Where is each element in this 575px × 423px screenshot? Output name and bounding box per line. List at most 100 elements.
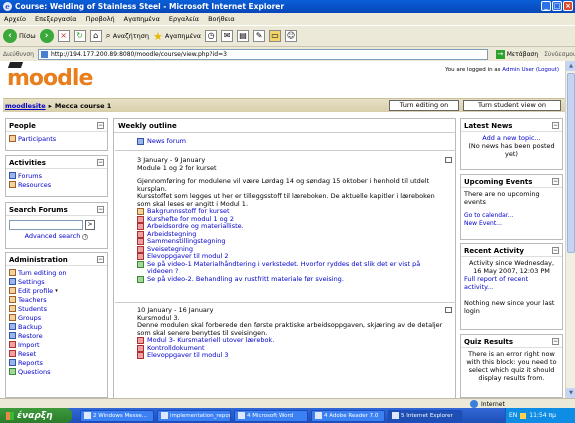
resources-link[interactable]: Resources — [9, 180, 104, 189]
browser-toolbar: ‹ Πίσω › × ↻ ⌂ ⌕ Αναζήτηση ★ Αγαπημένα ◷ ✉ … — [0, 25, 575, 47]
moodle-logo[interactable]: moodle — [7, 62, 93, 91]
forum-search-go-button[interactable]: > — [85, 220, 95, 230]
turn-editing-on-button[interactable]: Turn editing on — [389, 100, 459, 111]
student-view-button[interactable]: Turn student view on — [463, 100, 561, 111]
week-highlight-toggle[interactable] — [445, 157, 452, 163]
resource-link[interactable]: Elevoppgaver til modul 3 — [137, 351, 446, 360]
collapse-icon[interactable]: − — [552, 247, 559, 254]
vertical-scrollbar[interactable]: ▲ ▼ — [565, 61, 575, 398]
nothing-new-text: Nothing new since your last login — [464, 299, 555, 315]
forward-button[interactable]: › — [39, 29, 54, 43]
task-messenger[interactable]: 2 Windows Messe... — [80, 409, 154, 422]
questions-icon — [9, 368, 16, 375]
task-adobe[interactable]: 4 Adobe Reader 7.0 — [311, 409, 385, 422]
windows-logo-icon — [6, 411, 14, 420]
task-report[interactable]: implementation_report — [157, 409, 231, 422]
admin-turn-editing-on[interactable]: Turn editing on — [9, 268, 104, 277]
globe-icon — [470, 400, 478, 408]
admin-reports[interactable]: Reports — [9, 358, 104, 367]
print-icon[interactable]: ▤ — [237, 30, 250, 42]
collapse-icon[interactable]: − — [552, 338, 559, 345]
security-zone: Internet — [470, 400, 505, 408]
admin-groups[interactable]: Groups — [9, 313, 104, 322]
tray-icon[interactable] — [520, 412, 527, 419]
pdf-icon — [137, 223, 144, 230]
stop-icon[interactable]: × — [57, 30, 70, 42]
scroll-up-icon[interactable]: ▲ — [566, 61, 575, 71]
scroll-down-icon[interactable]: ▼ — [566, 388, 575, 398]
close-button[interactable]: × — [563, 1, 573, 11]
star-icon: ★ — [153, 29, 163, 43]
video-link[interactable]: Se på video-2. Behandling av rustfritt m… — [137, 275, 446, 284]
forums-link[interactable]: Forums — [9, 171, 104, 180]
task-ie[interactable]: 5 Internet Explorer — [388, 409, 462, 422]
collapse-icon[interactable]: − — [97, 159, 104, 166]
menu-favorites[interactable]: Αγαπημένα — [124, 15, 160, 23]
menu-edit[interactable]: Επεξεργασία — [35, 15, 77, 23]
menu-view[interactable]: Προβολή — [86, 15, 115, 23]
folder-icon[interactable]: ▭ — [269, 30, 282, 42]
links-label[interactable]: Σύνδεσμοι — [544, 51, 575, 58]
admin-reset[interactable]: Reset — [9, 349, 104, 358]
menu-help[interactable]: Βοήθεια — [208, 15, 235, 23]
messenger-icon[interactable]: ☺ — [285, 30, 298, 42]
scroll-thumb[interactable] — [567, 73, 575, 253]
search-icon: ⌕ — [105, 31, 111, 41]
collapse-icon[interactable]: − — [552, 122, 559, 129]
go-button[interactable]: → Μετάβαση — [495, 49, 538, 59]
search-button[interactable]: ⌕ Αναζήτηση — [106, 31, 149, 41]
collapse-icon[interactable]: − — [97, 206, 104, 213]
full-report-link[interactable]: Full report of recent activity... — [464, 275, 559, 291]
admin-import[interactable]: Import — [9, 340, 104, 349]
collapse-icon[interactable]: − — [552, 178, 559, 185]
quiz-results-title: Quiz Results − — [461, 335, 562, 348]
maximize-button[interactable]: □ — [552, 1, 562, 11]
user-link[interactable]: Admin User — [502, 67, 534, 73]
admin-questions[interactable]: Questions — [9, 367, 104, 376]
address-input[interactable]: http://194.177.200.89:8080/moodle/course… — [37, 48, 488, 60]
breadcrumb-site[interactable]: moodlesite — [5, 102, 46, 110]
refresh-icon[interactable]: ↻ — [73, 30, 86, 42]
news-forum-link[interactable]: News forum — [137, 137, 446, 146]
advanced-search-link[interactable]: Advanced search — [25, 232, 81, 240]
go-to-calendar-link[interactable]: Go to calendar... — [464, 212, 559, 220]
search-forums-title: Search Forums − — [6, 203, 107, 216]
status-bar: Internet — [0, 398, 575, 408]
video-link[interactable]: Se på video-1 Materialhåndtering i verks… — [137, 260, 446, 276]
minimize-button[interactable]: _ — [541, 1, 551, 11]
forum-search-input[interactable] — [9, 220, 83, 230]
page-content: moodle You are logged in as Admin User (… — [3, 61, 565, 398]
favorites-button[interactable]: ★ Αγαπημένα — [153, 30, 201, 43]
admin-backup[interactable]: Backup — [9, 322, 104, 331]
add-topic-link[interactable]: Add a new topic... — [464, 134, 559, 142]
admin-teachers[interactable]: Teachers — [9, 295, 104, 304]
task-word[interactable]: 4 Microsoft Word — [234, 409, 308, 422]
weekly-outline: Weekly outline News forum 3 January - 9 … — [113, 118, 456, 398]
language-indicator[interactable]: EN — [509, 412, 517, 419]
help-icon[interactable]: ? — [82, 234, 89, 240]
breadcrumb-separator: ▸ — [48, 101, 52, 110]
edit-icon[interactable]: ✎ — [253, 30, 266, 42]
menu-tools[interactable]: Εργαλεία — [169, 15, 199, 23]
week-highlight-toggle[interactable] — [445, 307, 452, 313]
start-button[interactable]: έναρξη — [0, 408, 72, 423]
participants-link[interactable]: Participants — [9, 134, 104, 143]
collapse-icon[interactable]: − — [97, 122, 104, 129]
outline-top-section: News forum — [115, 134, 456, 151]
collapse-icon[interactable]: − — [97, 256, 104, 263]
backup-icon — [9, 323, 16, 330]
admin-students[interactable]: Students — [9, 304, 104, 313]
admin-restore[interactable]: Restore — [9, 331, 104, 340]
menu-file[interactable]: Αρχείο — [4, 15, 26, 23]
back-button[interactable]: ‹ Πίσω — [3, 29, 36, 43]
admin-settings[interactable]: Settings — [9, 277, 104, 286]
logout-link[interactable]: (Logout) — [536, 67, 559, 73]
login-info: You are logged in as Admin User (Logout) — [445, 67, 559, 73]
new-event-link[interactable]: New Event... — [464, 220, 559, 228]
home-icon[interactable]: ⌂ — [89, 30, 102, 42]
admin-edit-profile[interactable]: Edit profile ▾ — [9, 286, 104, 295]
mail-icon[interactable]: ✉ — [221, 30, 234, 42]
recent-activity-title: Recent Activity − — [461, 244, 562, 257]
history-icon[interactable]: ◷ — [205, 30, 218, 42]
window-title: Course: Welding of Stainless Steel - Mic… — [15, 2, 285, 11]
